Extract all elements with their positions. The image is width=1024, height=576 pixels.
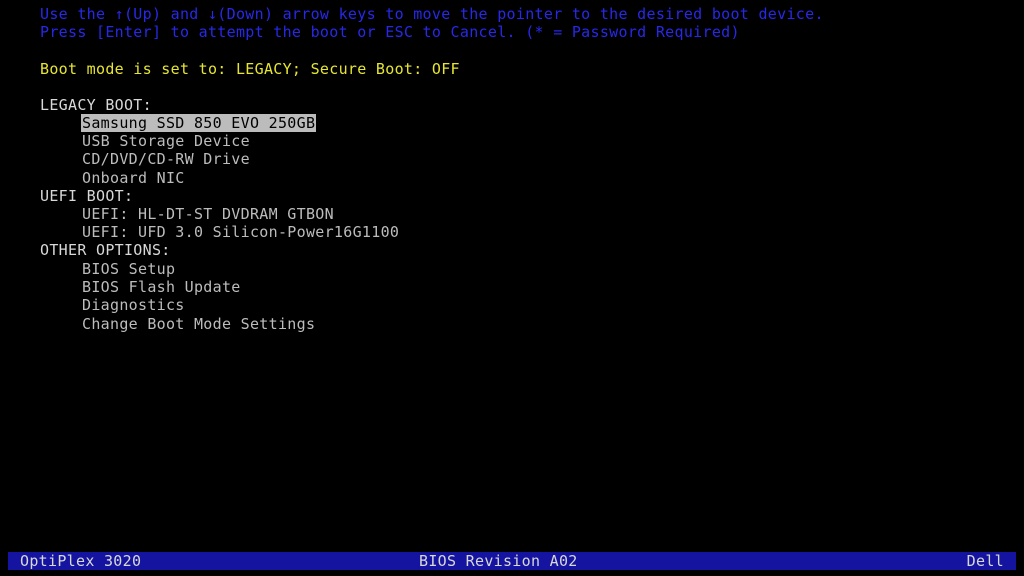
status-bar: OptiPlex 3020 BIOS Revision A02 Dell	[8, 552, 1016, 570]
model-name: OptiPlex 3020	[20, 552, 142, 570]
boot-mode-status: Boot mode is set to: LEGACY; Secure Boot…	[40, 60, 460, 78]
instructions-line-2: Press [Enter] to attempt the boot or ESC…	[40, 23, 740, 41]
boot-item-usb-storage[interactable]: USB Storage Device	[82, 132, 250, 150]
boot-item-cd-dvd-drive[interactable]: CD/DVD/CD-RW Drive	[82, 150, 250, 168]
boot-item-uefi-dvdram[interactable]: UEFI: HL-DT-ST DVDRAM GTBON	[82, 205, 334, 223]
uefi-boot-heading: UEFI BOOT:	[40, 187, 134, 205]
boot-item-uefi-ufd[interactable]: UEFI: UFD 3.0 Silicon-Power16G1100	[82, 223, 399, 241]
vendor-name: Dell	[966, 552, 1004, 570]
other-options-heading: OTHER OPTIONS:	[40, 241, 171, 259]
instructions-line-1: Use the ↑(Up) and ↓(Down) arrow keys to …	[40, 5, 824, 23]
option-bios-setup[interactable]: BIOS Setup	[82, 260, 175, 278]
option-diagnostics[interactable]: Diagnostics	[82, 296, 185, 314]
option-bios-flash-update[interactable]: BIOS Flash Update	[82, 278, 241, 296]
option-change-boot-mode[interactable]: Change Boot Mode Settings	[82, 315, 315, 333]
bios-revision: BIOS Revision A02	[419, 552, 578, 570]
boot-item-samsung-ssd[interactable]: Samsung SSD 850 EVO 250GB	[81, 114, 317, 132]
legacy-boot-heading: LEGACY BOOT:	[40, 96, 152, 114]
boot-item-onboard-nic[interactable]: Onboard NIC	[82, 169, 185, 187]
boot-menu-screen: Use the ↑(Up) and ↓(Down) arrow keys to …	[0, 0, 1024, 576]
